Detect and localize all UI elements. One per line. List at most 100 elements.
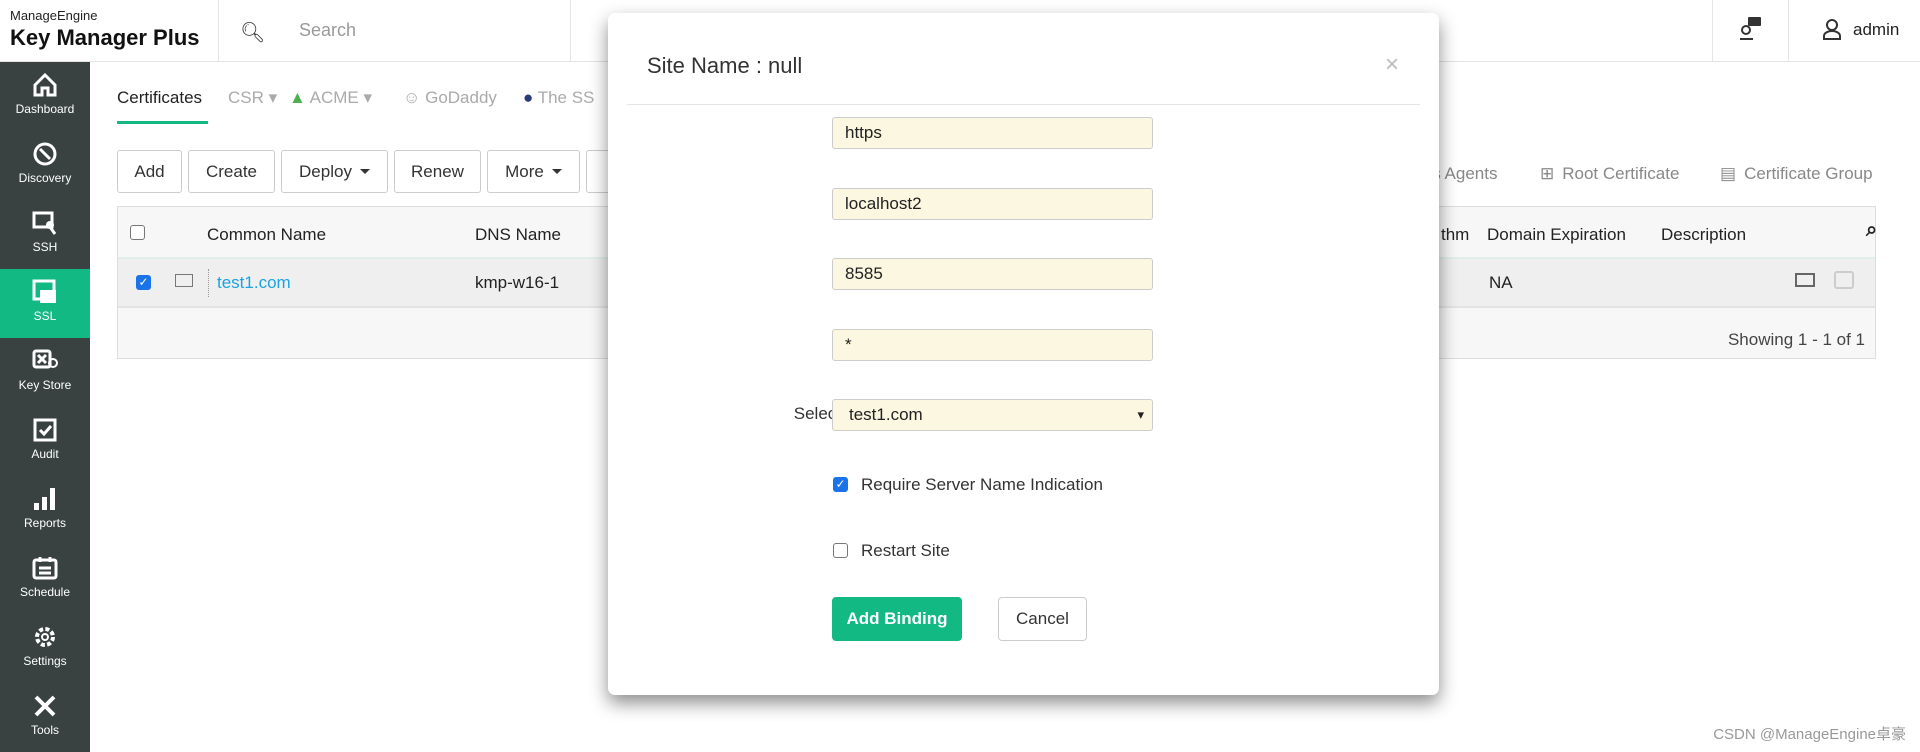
tab-label: CSR (228, 88, 264, 107)
create-button[interactable]: Create (188, 150, 275, 193)
row-checkbox[interactable]: ✓ (136, 275, 151, 290)
modal-title: Site Name : null (647, 53, 803, 78)
add-binding-modal: Site Name : null × Protocol : https Host… (608, 13, 1439, 695)
sidebar-item-settings[interactable]: Settings (0, 614, 90, 683)
hierarchy-icon: ⊞ (1540, 164, 1555, 183)
sidebar-label: Discovery (18, 171, 72, 185)
column-header[interactable]: Common Name (207, 225, 326, 245)
pagination-info: Showing 1 - 1 of 1 (1727, 330, 1865, 349)
common-name-link[interactable]: test1.com (217, 273, 291, 293)
sidebar-label: SSH (32, 240, 58, 254)
brand-top: ManageEngine (10, 8, 98, 23)
button-label: Renew (411, 161, 464, 181)
sidebar-label: Schedule (19, 585, 71, 599)
renew-button[interactable]: Renew (394, 150, 481, 193)
host-name-field[interactable]: localhost2 (832, 188, 1153, 220)
column-header[interactable]: DNS Name (475, 225, 561, 245)
certificate-select[interactable]: test1.com ▾ (832, 399, 1153, 431)
edit-certificate-icon[interactable] (1795, 273, 1815, 287)
button-label: Create (205, 161, 258, 181)
sidebar-item-tools[interactable]: Tools (0, 683, 90, 752)
caret-down-icon (551, 169, 562, 174)
sidebar-item-audit[interactable]: Audit (0, 407, 90, 476)
home-icon (33, 72, 57, 97)
link-label: Root Certificate (1562, 164, 1680, 183)
ssl-icon (32, 279, 56, 303)
sidebar-item-schedule[interactable]: Schedule (0, 545, 90, 614)
sidebar-label: Audit (31, 447, 59, 461)
ip-address-field[interactable]: * (832, 329, 1153, 361)
close-icon[interactable]: × (1385, 51, 1399, 79)
calendar-icon (32, 557, 58, 580)
keystore-icon (32, 349, 58, 369)
selected-value: test1.com (849, 405, 923, 424)
port-field[interactable]: 8585 (832, 258, 1153, 290)
tab-label: The SS (537, 88, 595, 107)
button-label: Add (134, 161, 165, 181)
watermark: CSDN @ManageEngine卓豪 (1713, 726, 1906, 743)
restart-site-label[interactable]: Restart Site (861, 541, 950, 561)
button-label: Deploy (299, 161, 352, 181)
sslstore-icon: ● (523, 88, 534, 107)
sidebar-label: Reports (23, 516, 67, 530)
restart-site-checkbox[interactable] (833, 543, 848, 558)
column-header[interactable]: Description (1661, 225, 1746, 245)
table-search-icon[interactable]: ⌕ (1866, 219, 1877, 242)
cancel-button[interactable]: Cancel (998, 597, 1087, 641)
compass-icon (33, 142, 57, 166)
active-tab-underline (117, 121, 208, 124)
certificate-group-link[interactable]: ▤ Certificate Group (1720, 164, 1873, 184)
tab-godaddy[interactable]: ☺ GoDaddy (403, 88, 497, 108)
tab-ssl-store[interactable]: ● The SS (523, 88, 594, 108)
sni-checkbox[interactable]: ✓ (833, 477, 848, 492)
button-label: More (505, 161, 544, 181)
deploy-button[interactable]: Deploy (281, 150, 388, 193)
sidebar: Dashboard Discovery SSH SSL Key Store Au… (0, 62, 90, 752)
deploy-certificate-icon[interactable] (1834, 271, 1854, 289)
column-header[interactable]: thm (1441, 225, 1469, 245)
caret-down-icon (359, 169, 370, 174)
chat-support-icon[interactable] (1738, 16, 1762, 40)
product-name: Key Manager Plus (10, 25, 200, 50)
search-input[interactable]: Search (299, 20, 356, 41)
sidebar-label: Tools (30, 723, 59, 737)
tab-label: ACME (309, 88, 359, 107)
add-button[interactable]: Add (117, 150, 182, 193)
sni-label[interactable]: Require Server Name Indication (861, 475, 1103, 495)
sidebar-item-key-store[interactable]: Key Store (0, 338, 90, 407)
tab-certificates[interactable]: Certificates (117, 88, 202, 108)
user-icon[interactable] (1822, 18, 1842, 45)
tab-csr[interactable]: CSR ▾ (228, 88, 277, 108)
add-binding-button[interactable]: Add Binding (832, 597, 962, 641)
certificate-icon (175, 274, 193, 287)
chevron-down-icon: ▾ (1137, 407, 1144, 422)
user-name[interactable]: admin (1853, 20, 1899, 40)
certificate-group-icon: ▤ (1720, 164, 1737, 183)
ssh-icon (32, 211, 57, 235)
link-label: Certificate Group (1744, 164, 1873, 183)
tab-acme[interactable]: ▲ ACME ▾ (289, 88, 372, 108)
sidebar-item-discovery[interactable]: Discovery (0, 131, 90, 200)
acme-icon: ▲ (289, 88, 306, 107)
sidebar-label: Settings (23, 654, 67, 668)
sidebar-item-ssh[interactable]: SSH (0, 200, 90, 269)
audit-icon (33, 418, 57, 442)
dns-name-cell: kmp-w16-1 (475, 273, 560, 292)
search-icon[interactable]: 🔍︎ (240, 20, 265, 45)
root-certificate-link[interactable]: ⊞ Root Certificate (1540, 164, 1679, 184)
domain-expiration-cell: NA (1489, 273, 1513, 292)
column-header[interactable]: Domain Expiration (1487, 225, 1626, 245)
more-button[interactable]: More (487, 150, 580, 193)
sidebar-label: SSL (33, 309, 57, 323)
godaddy-icon: ☺ (403, 88, 421, 107)
protocol-field[interactable]: https (832, 117, 1153, 149)
sidebar-item-reports[interactable]: Reports (0, 476, 90, 545)
sidebar-item-dashboard[interactable]: Dashboard (0, 62, 90, 131)
sidebar-label: Dashboard (15, 102, 75, 116)
sidebar-item-ssl[interactable]: SSL (0, 269, 90, 338)
sidebar-label: Key Store (18, 378, 72, 392)
reports-icon (34, 488, 55, 510)
select-all-checkbox[interactable] (130, 225, 145, 240)
gear-icon (35, 627, 55, 647)
tab-label: GoDaddy (425, 88, 497, 107)
